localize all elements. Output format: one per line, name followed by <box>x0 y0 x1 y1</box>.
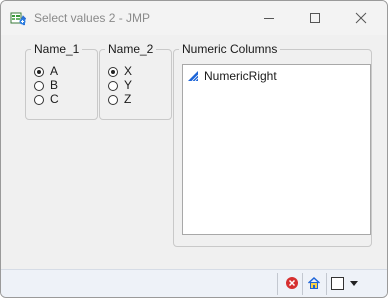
radio-label-z: Z <box>124 92 132 106</box>
window-title: Select values 2 - JMP <box>34 11 151 25</box>
window-list-icon <box>331 277 344 290</box>
numeric-columns-listbox[interactable]: NumericRight <box>182 64 371 235</box>
close-button[interactable] <box>338 1 384 35</box>
stop-icon[interactable] <box>285 276 299 290</box>
radio-button-c[interactable] <box>34 94 44 105</box>
radio-label-y: Y <box>124 78 133 92</box>
title-bar[interactable]: Select values 2 - JMP <box>1 1 387 35</box>
radio-button-b[interactable] <box>34 80 44 91</box>
radio-option-x[interactable]: X <box>108 65 132 78</box>
radio-button-x[interactable] <box>108 66 118 77</box>
list-item-label: NumericRight <box>204 69 277 83</box>
maximize-button[interactable] <box>292 1 338 35</box>
radio-option-b[interactable]: B <box>34 79 58 92</box>
radio-option-y[interactable]: Y <box>108 79 132 92</box>
radio-label-c: C <box>50 92 59 106</box>
close-icon <box>355 12 367 24</box>
status-separator <box>326 273 327 295</box>
status-separator <box>277 273 278 295</box>
name-1-legend: Name_1 <box>31 42 83 56</box>
numeric-columns-group: Numeric Columns NumericRight <box>173 42 372 247</box>
radio-label-b: B <box>50 78 59 92</box>
radio-label-x: X <box>124 64 133 78</box>
minimize-button[interactable] <box>246 1 292 35</box>
maximize-icon <box>310 13 320 23</box>
radio-option-c[interactable]: C <box>34 93 59 106</box>
name-1-group: Name_1 A B C <box>25 42 98 120</box>
radio-label-a: A <box>50 64 59 78</box>
continuous-column-icon <box>188 71 199 82</box>
radio-option-z[interactable]: Z <box>108 93 131 106</box>
window-list-button[interactable] <box>331 275 361 292</box>
radio-button-z[interactable] <box>108 94 118 105</box>
name-2-legend: Name_2 <box>105 42 157 56</box>
status-bar <box>1 269 387 297</box>
radio-button-y[interactable] <box>108 80 118 91</box>
minimize-icon <box>264 18 274 19</box>
home-icon[interactable] <box>307 276 321 290</box>
name-2-group: Name_2 X Y Z <box>99 42 172 120</box>
radio-button-a[interactable] <box>34 66 44 77</box>
jmp-app-icon <box>10 12 26 26</box>
dropdown-arrow-icon <box>350 280 358 286</box>
dialog-body: Name_1 A B C Name_2 X Y Z Numeric Column… <box>1 35 387 269</box>
numeric-columns-legend: Numeric Columns <box>179 42 281 56</box>
list-item-numericright[interactable]: NumericRight <box>187 68 277 84</box>
status-separator <box>302 273 303 295</box>
radio-option-a[interactable]: A <box>34 65 58 78</box>
jmp-window: Select values 2 - JMP Name_1 A B C Name_… <box>0 0 388 298</box>
